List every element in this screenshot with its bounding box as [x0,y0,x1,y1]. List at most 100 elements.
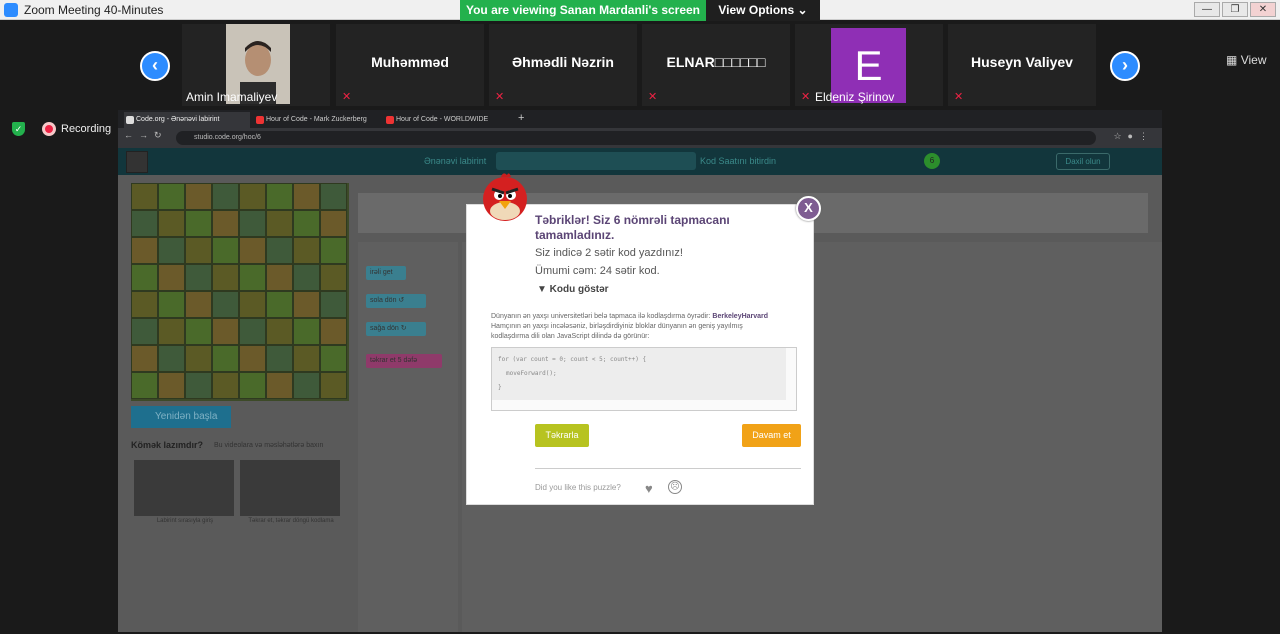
university-links[interactable]: BerkeleyHarvard [712,313,768,320]
reset-button[interactable]: Yenidən başla [131,406,231,428]
success-dialog: Təbriklər! Siz 6 nömrəli tapmacanı tamam… [466,204,814,505]
maze-cell [320,318,347,345]
browser-tab[interactable]: Code.org - Ənənəvi labirint [124,112,250,128]
mic-muted-icon: ✕ [342,91,352,103]
help-video-thumbnail[interactable] [240,460,340,516]
view-label: View [1240,53,1267,67]
maze-cell [131,183,158,210]
chevron-down-icon: ⌄ [797,3,808,17]
show-code-toggle[interactable]: ▼ Kodu göstər [537,284,609,295]
gallery-next-button[interactable]: › [1110,51,1140,81]
maze-cell [185,183,212,210]
browser-tab-label: Hour of Code - WORLDWIDE [396,116,489,123]
view-options-button[interactable]: View Options ⌄ [706,0,820,21]
maze-cell [185,318,212,345]
maze-cell [320,183,347,210]
maze-cell [212,291,239,318]
maze-cell [320,264,347,291]
close-window-button[interactable]: ✕ [1250,2,1276,17]
browser-tab[interactable]: Hour of Code - Mark Zuckerberg [254,112,380,128]
browser-tab[interactable]: Hour of Code - WORLDWIDE [384,112,510,128]
maze-cell [212,210,239,237]
repeat-block[interactable]: təkrar et 5 dəfə [366,354,442,368]
maze-cell [239,264,266,291]
maze-cell [293,210,320,237]
maze-cell [212,237,239,264]
code-line: for (var count = 0; count < 5; count++) … [498,356,647,363]
blocks-toolbox: irəli get sola dön ↺ sağa dön ↻ təkrar e… [358,242,458,632]
lines-written: Siz indicə 2 sətir kod yazdınız! [535,247,683,259]
maze-cell [212,183,239,210]
codeorg-logo[interactable] [126,151,148,173]
level-progress: 6 [496,152,940,170]
youtube-favicon [386,116,394,124]
dialog-divider [535,468,801,469]
level-number[interactable]: 6 [924,153,940,169]
participant-name: Huseyn Valiyev [971,54,1073,70]
maze-cell [320,372,347,399]
mic-muted-icon: ✕ [954,91,964,103]
recording-label: Recording [61,123,112,135]
browser-menu-icons[interactable]: ☆●⋮ [1113,131,1154,142]
maze-cell [293,183,320,210]
turn-right-block[interactable]: sağa dön ↻ [366,322,426,336]
maze-cell [158,291,185,318]
maze-cell [266,372,293,399]
feedback-prompt: Did you like this puzzle? [535,483,621,492]
gallery-prev-button[interactable]: ‹ [140,51,170,81]
move-forward-block[interactable]: irəli get [366,266,406,280]
participant-tile[interactable]: ELNAR□□□□□□ ✕ [642,24,790,106]
maze-cell [131,210,158,237]
maze-cell [131,264,158,291]
participant-name: Əhmədli Nəzrin [512,54,614,70]
browser-nav-icons[interactable]: ←→↻ [124,130,168,141]
maze-cell [239,318,266,345]
maze-cell [266,264,293,291]
sad-face-icon[interactable]: ☹ [668,480,682,494]
heart-icon[interactable]: ♥ [645,481,653,496]
participant-gallery: ‹ Amin Imamaliyev Muhəmməd ✕ Əhmədli Nəz… [0,21,1280,109]
participant-tile[interactable]: Əhmədli Nəzrin ✕ [489,24,637,106]
participant-tile[interactable]: Muhəmməd ✕ [336,24,484,106]
maze-cell [293,291,320,318]
maze-cell [212,345,239,372]
maze-cell [293,237,320,264]
encryption-shield-icon[interactable]: ✓ [12,122,25,136]
maze-cell [266,318,293,345]
maze-cell [131,372,158,399]
participant-name: ELNAR□□□□□□ [666,54,766,70]
maze-cell [239,210,266,237]
turn-left-block[interactable]: sola dön ↺ [366,294,426,308]
maze-cell [320,291,347,318]
maze-cell [185,210,212,237]
javascript-code-box[interactable]: for (var count = 0; count < 5; count++) … [491,347,797,411]
angry-bird-icon [483,173,527,221]
maze-cell [131,318,158,345]
signin-button[interactable]: Daxil olun [1056,153,1110,170]
minimize-button[interactable]: — [1194,2,1220,17]
maze-cell [266,237,293,264]
participant-tile[interactable]: Huseyn Valiyev ✕ [948,24,1096,106]
maze-cell [293,318,320,345]
lines-total: Ümumi cəm: 24 sətir kod. [535,265,660,277]
address-bar[interactable]: studio.code.org/hoc/6 [176,131,1096,145]
new-tab-button[interactable]: + [518,112,524,124]
participant-label: Eldeniz Şirinov [815,90,895,104]
participant-tile[interactable]: Amin Imamaliyev [182,24,330,106]
try-again-button[interactable]: Təkrarla [535,424,589,447]
window-controls: — ❐ ✕ [1194,2,1276,17]
continue-button[interactable]: Davam et [742,424,801,447]
view-button[interactable]: ▦ View [1226,53,1266,67]
maze-cell [239,237,266,264]
help-title: Kömək lazımdır? [131,440,204,450]
maze-cell [266,210,293,237]
maze-cell [158,210,185,237]
maximize-button[interactable]: ❐ [1222,2,1248,17]
screen-share-banner: You are viewing Sanan Mardanli's screen [460,0,706,21]
dialog-close-button[interactable]: X [796,196,821,221]
participant-tile[interactable]: E ✕ Eldeniz Şirinov [795,24,943,106]
maze-cell [239,345,266,372]
help-video-thumbnail[interactable] [134,460,234,516]
grid-icon: ▦ [1226,53,1238,67]
paragraph-text: Dünyanın ən yaxşı universitetləri belə t… [491,313,711,320]
